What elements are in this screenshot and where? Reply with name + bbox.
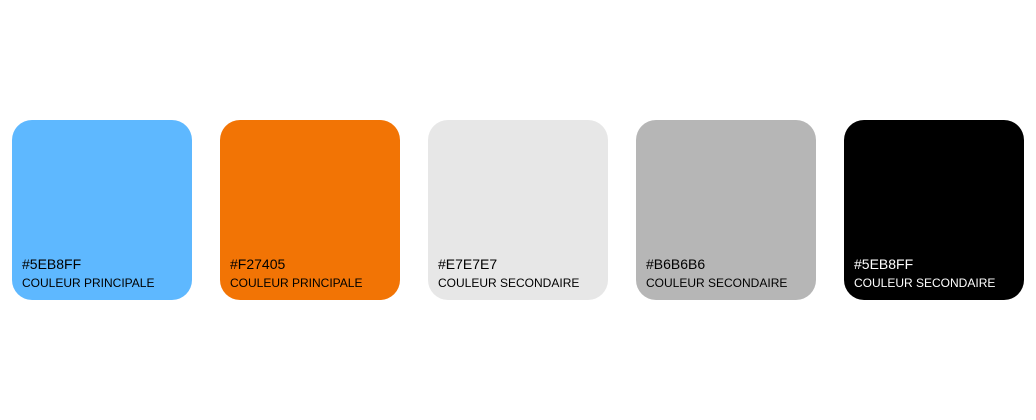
swatch-label: COULEUR SECONDAIRE [438,276,580,290]
swatch-hex: #B6B6B6 [646,256,706,272]
color-swatch-secondary-black: #5EB8FF COULEUR SECONDAIRE [844,120,1024,300]
color-swatch-secondary-light-gray: #E7E7E7 COULEUR SECONDAIRE [428,120,608,300]
swatch-label: COULEUR SECONDAIRE [646,276,788,290]
color-swatch-secondary-gray: #B6B6B6 COULEUR SECONDAIRE [636,120,816,300]
swatch-label: COULEUR PRINCIPALE [22,276,155,290]
swatch-hex: #5EB8FF [22,256,82,272]
color-swatch-primary-blue: #5EB8FF COULEUR PRINCIPALE [12,120,192,300]
swatch-hex: #E7E7E7 [438,256,498,272]
swatch-hex: #F27405 [230,256,286,272]
swatch-label: COULEUR SECONDAIRE [854,276,996,290]
swatch-hex: #5EB8FF [854,256,914,272]
color-swatch-primary-orange: #F27405 COULEUR PRINCIPALE [220,120,400,300]
swatch-label: COULEUR PRINCIPALE [230,276,363,290]
